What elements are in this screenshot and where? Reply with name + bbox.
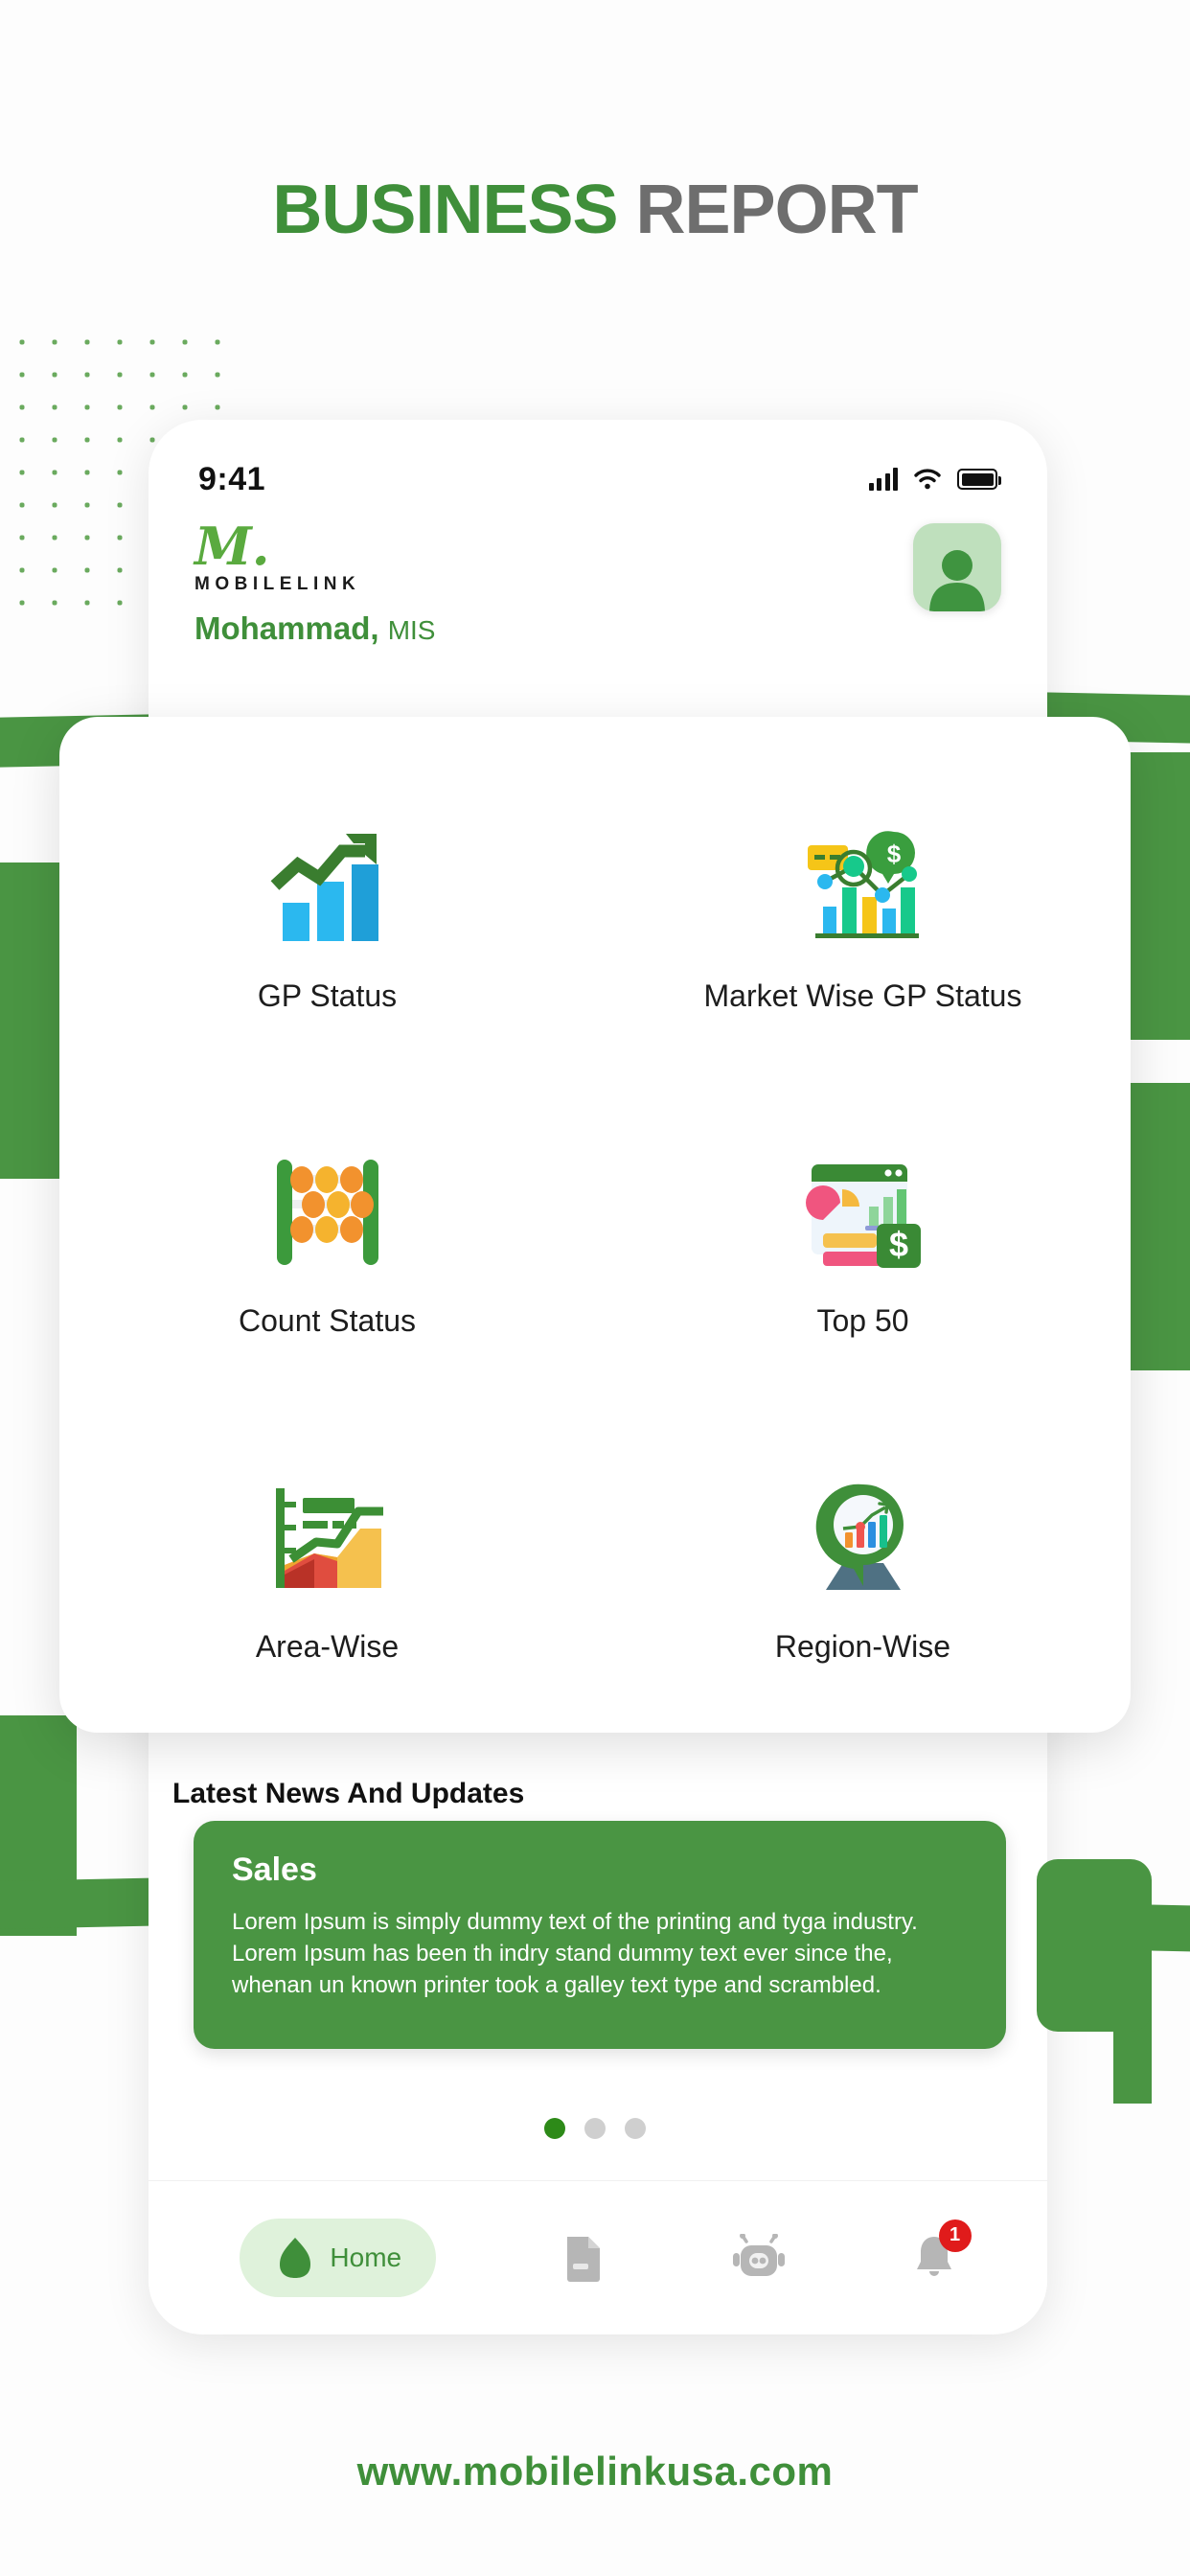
brand-block: M. MOBILELINK Mohammad, MIS <box>195 516 435 647</box>
menu-item-label: Count Status <box>239 1303 416 1339</box>
menu-item-count-status[interactable]: Count Status <box>59 1082 595 1407</box>
robot-icon <box>732 2233 785 2276</box>
pagination-dot-2[interactable] <box>584 2118 606 2139</box>
nav-item-documents[interactable] <box>561 2233 606 2283</box>
battery-full-icon <box>957 469 1001 490</box>
news-card-title: Sales <box>232 1852 317 1888</box>
menu-item-gp-status[interactable]: GP Status <box>59 757 595 1082</box>
pagination-dot-1[interactable] <box>544 2118 565 2139</box>
user-name: Mohammad, <box>195 610 379 646</box>
svg-text:$: $ <box>888 1225 907 1264</box>
menu-item-label: Top 50 <box>816 1303 909 1339</box>
status-bar-clock: 9:41 <box>198 460 266 497</box>
svg-text:$: $ <box>886 840 901 868</box>
dashboard-report-icon: $ <box>796 1150 930 1275</box>
menu-item-region-wise[interactable]: Region-Wise <box>595 1408 1131 1733</box>
user-greeting: Mohammad, MIS <box>195 610 435 647</box>
bottom-navigation: Home 1 <box>149 2180 1047 2334</box>
menu-item-label: Market Wise GP Status <box>703 978 1022 1014</box>
news-section-title: Latest News And Updates <box>172 1778 525 1809</box>
menu-card: GP Status $ Market Wise GP Status Count … <box>59 717 1131 1733</box>
app-header: M. MOBILELINK Mohammad, MIS <box>149 516 1047 647</box>
brand-wordmark: MOBILELINK <box>195 573 361 594</box>
status-bar: 9:41 <box>149 420 1047 512</box>
page-title-primary: BUSINESS <box>272 172 618 248</box>
menu-item-area-wise[interactable]: Area-Wise <box>59 1408 595 1733</box>
menu-item-label: Region-Wise <box>774 1628 951 1664</box>
menu-item-top-50[interactable]: $ Top 50 <box>595 1082 1131 1407</box>
growth-bar-chart-icon <box>261 825 395 950</box>
document-icon <box>566 2236 600 2282</box>
cellular-signal-icon <box>868 468 898 491</box>
footer-url: www.mobilelinkusa.com <box>356 2449 834 2494</box>
nav-item-bot[interactable] <box>731 2233 787 2282</box>
news-card-body: Lorem Ipsum is simply dummy text of the … <box>232 1909 918 1999</box>
page-title: BUSINESS REPORT <box>0 171 1190 249</box>
menu-item-label: GP Status <box>257 978 398 1014</box>
news-card-peek[interactable] <box>1037 1859 1152 2032</box>
nav-item-notifications[interactable]: 1 <box>912 2219 972 2283</box>
carousel-pagination[interactable] <box>0 2118 1190 2139</box>
user-avatar-icon <box>929 550 985 611</box>
notification-badge: 1 <box>938 2219 972 2252</box>
user-role: MIS <box>387 614 436 645</box>
home-icon <box>280 2237 311 2278</box>
map-pin-chart-icon <box>796 1476 930 1600</box>
nav-item-label: Home <box>330 2242 402 2272</box>
status-bar-icons <box>868 468 1001 491</box>
brand-logo-mark: M. <box>195 516 270 577</box>
market-analysis-icon: $ <box>796 825 930 950</box>
abacus-icon <box>261 1150 395 1275</box>
poster-root: BUSINESS REPORT 9:41 M. MOBILELINK Moham… <box>0 0 1190 2576</box>
menu-item-label: Area-Wise <box>255 1628 400 1664</box>
pagination-dot-3[interactable] <box>625 2118 646 2139</box>
avatar[interactable] <box>913 523 1001 611</box>
news-card[interactable]: Sales Lorem Ipsum is simply dummy text o… <box>194 1821 1006 2049</box>
area-chart-icon <box>261 1476 395 1600</box>
wifi-icon <box>914 469 941 490</box>
nav-item-home[interactable]: Home <box>240 2218 437 2297</box>
page-title-secondary: REPORT <box>635 172 919 248</box>
menu-item-market-wise-gp-status[interactable]: $ Market Wise GP Status <box>595 757 1131 1082</box>
